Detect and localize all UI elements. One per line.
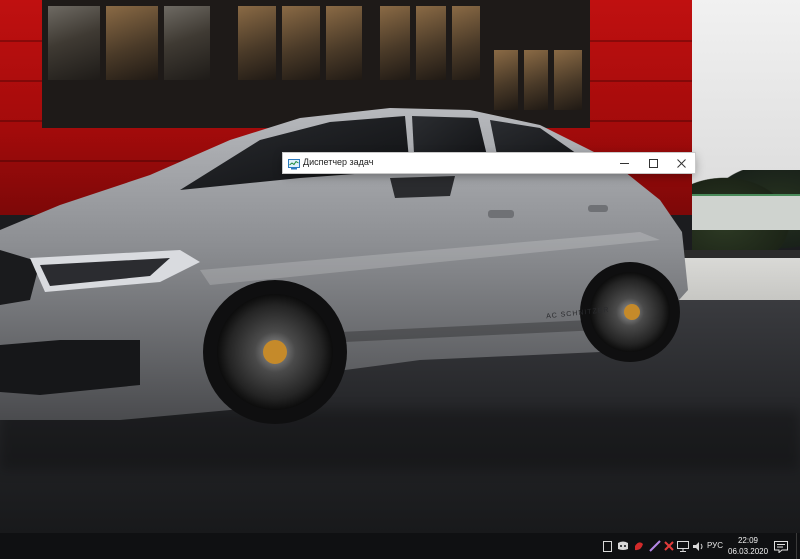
- network-error-icon[interactable]: [663, 540, 675, 552]
- display-icon[interactable]: [677, 540, 689, 552]
- task-manager-window[interactable]: Диспетчер задач: [283, 153, 695, 173]
- task-manager-icon: [288, 157, 300, 170]
- antivirus-icon[interactable]: [633, 540, 645, 552]
- volume-icon[interactable]: [692, 540, 704, 552]
- clock-time: 22:09: [737, 536, 759, 545]
- car-image: [0, 108, 688, 424]
- minimize-button[interactable]: [610, 153, 639, 173]
- close-button[interactable]: [667, 153, 696, 173]
- pen-icon[interactable]: [649, 540, 661, 552]
- taskbar: РУС 22:09 06.03.2020: [0, 533, 800, 559]
- show-desktop-button[interactable]: [796, 533, 800, 559]
- desktop-wallpaper: AC SCHNITZER: [0, 0, 800, 533]
- tablet-icon[interactable]: [601, 540, 613, 552]
- action-center-icon[interactable]: [774, 540, 788, 554]
- minimize-icon: [620, 162, 629, 164]
- clock-date: 06.03.2020: [728, 547, 769, 556]
- maximize-icon: [649, 158, 658, 168]
- close-icon: [677, 158, 686, 168]
- discord-icon[interactable]: [617, 540, 629, 552]
- maximize-button[interactable]: [639, 153, 668, 173]
- clock[interactable]: 22:09 06.03.2020: [728, 535, 768, 557]
- input-language[interactable]: РУС: [707, 541, 723, 550]
- window-title: Диспетчер задач: [303, 157, 374, 167]
